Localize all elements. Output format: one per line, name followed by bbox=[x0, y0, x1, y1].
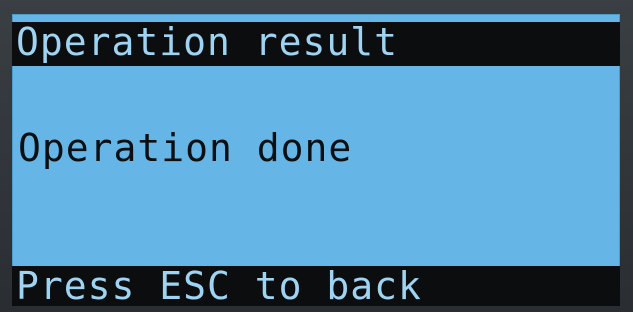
footer-bar: Press ESC to back bbox=[12, 266, 620, 306]
device-bezel: Operation result Operation done Press ES… bbox=[0, 0, 633, 312]
title-bar: Operation result bbox=[12, 22, 620, 66]
footer-hint: Press ESC to back bbox=[16, 266, 422, 306]
result-message: Operation done bbox=[18, 126, 353, 170]
screen-title: Operation result bbox=[16, 22, 399, 64]
lcd-screen: Operation result Operation done Press ES… bbox=[12, 14, 620, 306]
